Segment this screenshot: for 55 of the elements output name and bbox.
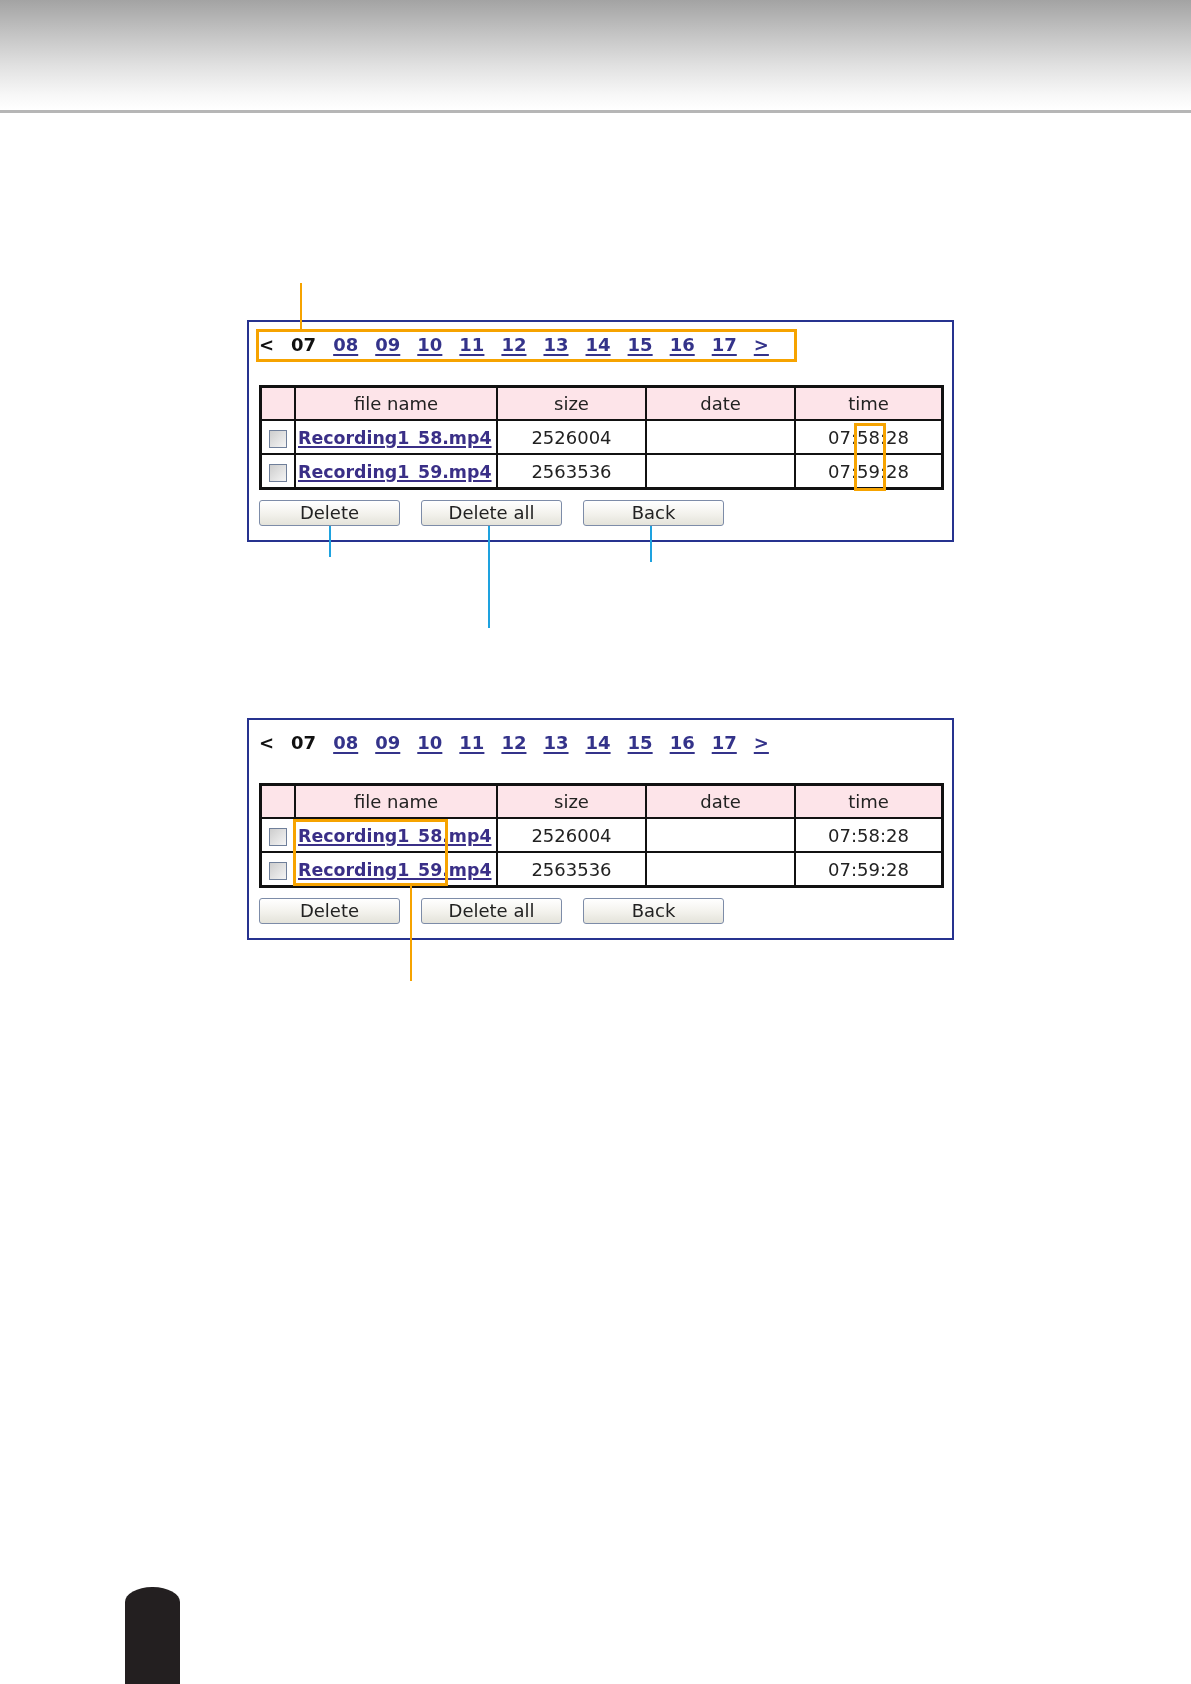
file-link[interactable]: Recording1_59.mp4: [298, 461, 492, 482]
page-link[interactable]: 12: [501, 334, 527, 356]
current-page[interactable]: 07: [291, 334, 317, 356]
table-cell: 2563536: [496, 851, 645, 885]
delete-button[interactable]: Delete: [259, 500, 400, 526]
delete-all-button[interactable]: Delete all: [421, 898, 562, 924]
page-link[interactable]: 10: [417, 732, 443, 754]
page-link[interactable]: 09: [375, 732, 401, 754]
page-link[interactable]: 17: [711, 334, 737, 356]
page-link[interactable]: 13: [543, 732, 569, 754]
page-link[interactable]: 11: [459, 732, 485, 754]
page-link[interactable]: 11: [459, 334, 485, 356]
column-header: file name: [294, 388, 496, 419]
current-page[interactable]: 07: [291, 732, 317, 754]
checkbox[interactable]: [269, 827, 287, 846]
back-button[interactable]: Back: [583, 898, 724, 924]
leader-line: [329, 526, 331, 557]
page-link[interactable]: 09: [375, 334, 401, 356]
page-link[interactable]: 13: [543, 334, 569, 356]
table-cell: 07:58:28: [794, 817, 941, 851]
blank-header-cell: [262, 388, 294, 419]
blank-header-cell: [262, 786, 294, 817]
delete-button[interactable]: Delete: [259, 898, 400, 924]
column-header: date: [645, 388, 794, 419]
column-header: size: [496, 786, 645, 817]
column-header: time: [794, 786, 941, 817]
table-cell: 2563536: [496, 453, 645, 487]
checkbox[interactable]: [269, 463, 287, 482]
page-link[interactable]: 08: [333, 334, 359, 356]
table-cell: 2526004: [496, 419, 645, 453]
page-link[interactable]: 17: [711, 732, 737, 754]
column-header: size: [496, 388, 645, 419]
next-page-link[interactable]: >: [753, 732, 769, 754]
back-button[interactable]: Back: [583, 500, 724, 526]
table-cell: 2526004: [496, 817, 645, 851]
column-header: file name: [294, 786, 496, 817]
page-link[interactable]: 08: [333, 732, 359, 754]
page-link[interactable]: 16: [669, 334, 695, 356]
page-link[interactable]: 16: [669, 732, 695, 754]
page-link[interactable]: 10: [417, 334, 443, 356]
leader-line: [300, 283, 302, 329]
page-link[interactable]: 15: [627, 334, 653, 356]
page-link[interactable]: 14: [585, 334, 611, 356]
column-header: time: [794, 388, 941, 419]
column-header: date: [645, 786, 794, 817]
next-page-link[interactable]: >: [753, 334, 769, 356]
leader-line: [650, 526, 652, 562]
file-link[interactable]: Recording1_58.mp4: [298, 427, 492, 448]
checkbox[interactable]: [269, 429, 287, 448]
page-link[interactable]: 14: [585, 732, 611, 754]
checkbox[interactable]: [269, 861, 287, 880]
table-cell: 07:59:28: [794, 851, 941, 885]
page-link[interactable]: 15: [627, 732, 653, 754]
delete-all-button[interactable]: Delete all: [421, 500, 562, 526]
page-link[interactable]: 12: [501, 732, 527, 754]
